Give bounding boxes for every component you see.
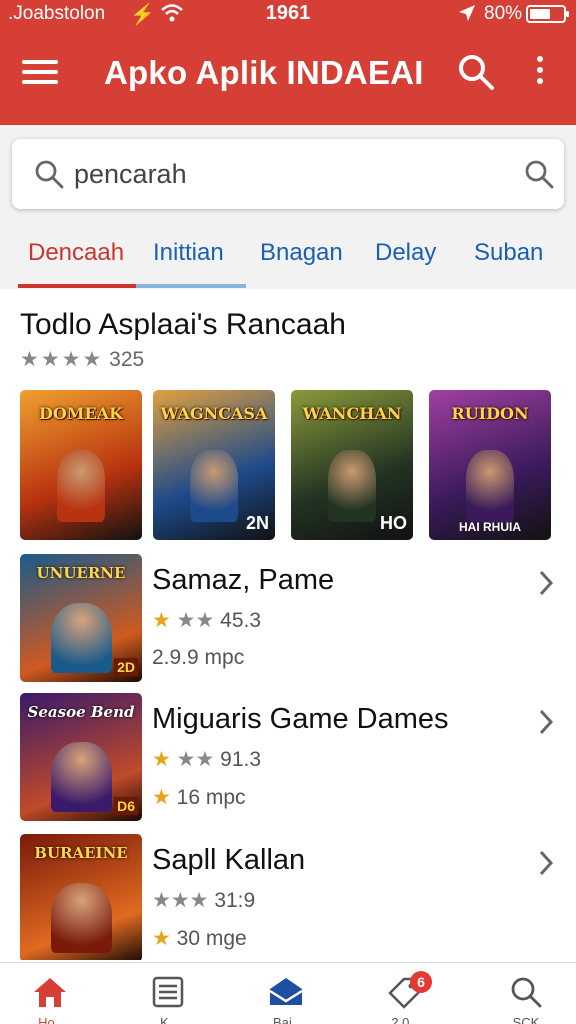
bottom-navigation: Ho.. K.. Bai.. 6 2.0.. SCK	[0, 962, 576, 1024]
home-icon	[34, 978, 66, 1007]
rating-value: 91.3	[220, 748, 262, 771]
app-name: Samaz, Pame	[152, 564, 335, 596]
card-title: DOMEAK	[38, 404, 124, 423]
battery-percent: 80%	[484, 3, 523, 24]
app-rating: ★ ★★ 91.3	[152, 747, 261, 772]
size-value: 16 mpc	[176, 786, 246, 809]
app-title: Apko Aplik INDAEAI	[104, 54, 424, 91]
thumbnail-title: UNUERNE	[36, 564, 126, 582]
location-arrow-icon	[459, 5, 475, 21]
thumbnail-title: BURAEINE	[34, 844, 128, 862]
rating-star-filled: ★	[152, 609, 171, 632]
nav-label: 2.0..	[391, 1015, 417, 1024]
app-name: Sapll Kallan	[152, 844, 306, 876]
size-star: ★	[152, 786, 171, 809]
app-thumbnail: BURAEINE	[20, 834, 142, 960]
nav-label: K..	[160, 1015, 176, 1024]
card-artwork	[327, 450, 377, 522]
app-size: 2.9.9 mpc	[152, 646, 244, 670]
card-title: WANCHAN	[302, 404, 402, 423]
section-rating: ★★★★ 325	[20, 347, 144, 372]
app-size: ★ 16 mpc	[152, 785, 246, 810]
card-artwork	[56, 450, 106, 522]
thumbnail-badge: D6	[114, 797, 138, 815]
notification-badge: 6	[410, 971, 432, 993]
rating-value: 31:9	[214, 889, 256, 912]
list-item[interactable]: BURAEINE Sapll Kallan ★★★ 31:9 ★ 30 mge	[0, 834, 576, 960]
tab-delay[interactable]: Delay	[375, 239, 436, 267]
featured-game-card[interactable]: WANCHAN HO	[291, 390, 413, 540]
nav-label: Ho..	[38, 1015, 62, 1024]
card-title: WAGNCASA	[160, 404, 268, 423]
chevron-right-icon[interactable]	[536, 568, 556, 598]
tab-hover-indicator	[136, 284, 246, 288]
search-submit-icon[interactable]	[524, 159, 554, 189]
nav-search[interactable]: SCK	[476, 963, 576, 1024]
app-size: ★ 30 mge	[152, 926, 247, 951]
rating-stars-empty: ★★	[176, 748, 215, 771]
search-input[interactable]: pencarah	[12, 139, 564, 209]
nav-label: SCK	[512, 1015, 540, 1024]
chevron-right-icon[interactable]	[536, 707, 556, 737]
search-area: pencarah	[0, 125, 576, 225]
size-value: 30 mge	[176, 927, 247, 950]
status-bar: .Joabstolon ⚡ 1961 80%	[0, 0, 576, 30]
featured-game-card[interactable]: WAGNCASA 2N	[153, 390, 275, 540]
rating-stars: ★★★★	[20, 348, 104, 371]
menu-button[interactable]	[22, 60, 58, 86]
card-footer: HO	[380, 513, 407, 533]
nav-inbox[interactable]: Bai..	[236, 963, 336, 1024]
rating-stars-empty: ★★★	[152, 889, 209, 912]
tab-dencaah[interactable]: Dencaah	[28, 239, 124, 267]
app-name: Miguaris Game Dames	[152, 703, 449, 735]
card-footer: HAI RHUIA	[459, 520, 521, 534]
featured-game-card[interactable]: DOMEAK	[20, 390, 142, 540]
app-rating: ★ ★★ 45.3	[152, 608, 261, 633]
rating-value: 45.3	[220, 609, 262, 632]
search-query: pencarah	[74, 159, 187, 189]
tab-suban[interactable]: Suban	[474, 239, 543, 267]
app-bar: .Joabstolon ⚡ 1961 80% Apko Aplik INDAEA…	[0, 0, 576, 125]
thumbnail-badge: 2D	[114, 658, 138, 676]
size-value: 2.9.9 mpc	[152, 646, 245, 669]
nav-tags[interactable]: 6 2.0..	[354, 963, 454, 1024]
list-item[interactable]: UNUERNE 2D Samaz, Pame ★ ★★ 45.3 2.9.9 m…	[0, 554, 576, 686]
thumbnail-title: Seasoe Bend	[27, 703, 135, 721]
app-rating: ★★★ 31:9	[152, 888, 255, 913]
active-tab-indicator	[18, 284, 136, 288]
more-options-button[interactable]	[528, 56, 552, 92]
search-icon[interactable]	[456, 52, 496, 92]
card-artwork	[465, 450, 515, 522]
list-item[interactable]: Seasoe Bend D6 Miguaris Game Dames ★ ★★ …	[0, 693, 576, 825]
chevron-right-icon[interactable]	[536, 848, 556, 878]
nav-home[interactable]: Ho..	[0, 963, 100, 1024]
list-icon	[152, 976, 184, 1008]
rating-star-filled: ★	[152, 748, 171, 771]
rating-stars-empty: ★★	[176, 609, 215, 632]
category-tabs: Dencaah Inittian Bnagan Delay Suban	[0, 225, 576, 289]
card-footer: 2N	[245, 513, 269, 533]
tab-bnagan[interactable]: Bnagan	[260, 239, 343, 267]
card-artwork	[189, 450, 239, 522]
section-title: Todlo Asplaai's Rancaah	[20, 308, 346, 341]
card-title: RUIDON	[451, 404, 529, 423]
size-star: ★	[152, 927, 171, 950]
rating-count: 325	[109, 348, 145, 371]
app-thumbnail: Seasoe Bend D6	[20, 693, 142, 821]
app-thumbnail: UNUERNE 2D	[20, 554, 142, 682]
search-icon	[511, 977, 542, 1008]
battery-icon	[526, 5, 569, 23]
thumbnail-artwork	[50, 741, 112, 813]
nav-list[interactable]: K..	[118, 963, 218, 1024]
tab-inittian[interactable]: Inittian	[153, 239, 224, 267]
thumbnail-artwork	[50, 882, 112, 954]
search-icon	[35, 160, 64, 189]
inbox-icon	[269, 978, 303, 1005]
featured-game-card[interactable]: RUIDON HAI RHUIA	[429, 390, 551, 540]
nav-label: Bai..	[272, 1015, 299, 1024]
thumbnail-artwork	[50, 602, 112, 674]
